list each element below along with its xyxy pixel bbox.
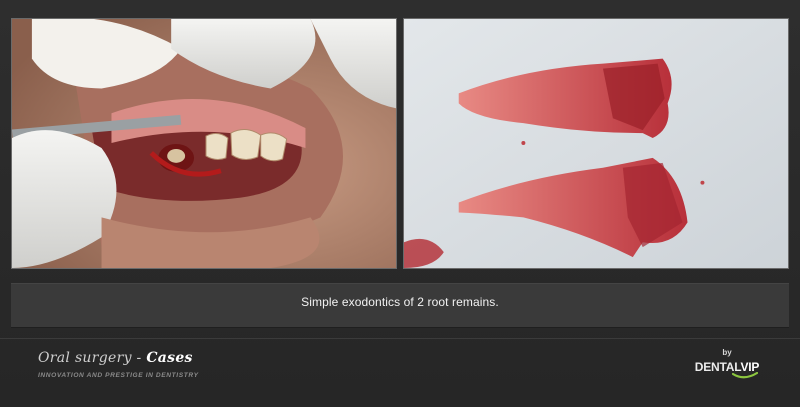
extracted-roots-image (404, 19, 788, 268)
intraoral-photo-image (12, 19, 396, 268)
caption-text: Simple exodontics of 2 root remains. (301, 294, 499, 309)
dentalvip-logo[interactable]: by DENTALVIP (692, 348, 762, 380)
brand-title: Oral surgery - Cases (38, 350, 199, 366)
intraoral-photo (11, 18, 397, 269)
logo-by-text: by (722, 348, 732, 357)
logo-wordmark: DENTALVIP (692, 360, 762, 374)
caption-bar: Simple exodontics of 2 root remains. (11, 283, 789, 328)
brand-title-emphasis: Cases (146, 350, 193, 366)
brand-block: Oral surgery - Cases INNOVATION AND PRES… (38, 350, 199, 379)
logo-dental-text: DENTAL (694, 360, 741, 374)
footer-divider (0, 338, 800, 339)
brand-title-prefix: Oral surgery - (38, 350, 147, 366)
extracted-roots-photo (403, 18, 789, 269)
case-slide: Simple exodontics of 2 root remains. Ora… (0, 0, 800, 407)
logo-vip-text: VIP (740, 360, 760, 374)
brand-tagline: INNOVATION AND PRESTIGE IN DENTISTRY (38, 372, 199, 379)
